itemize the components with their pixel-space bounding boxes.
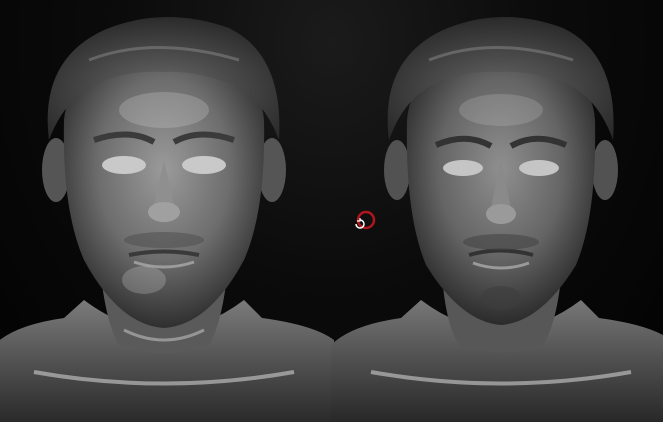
rotate-brush-cursor	[352, 210, 376, 234]
rotate-brush-cursor-icon	[355, 210, 376, 230]
head-sculpt-model-right[interactable]	[331, 0, 663, 422]
head-sculpt-icon	[0, 16, 334, 422]
head-sculpt-model-left[interactable]	[0, 0, 334, 422]
head-sculpt-icon	[331, 16, 663, 422]
sculpt-viewport[interactable]	[0, 0, 663, 422]
